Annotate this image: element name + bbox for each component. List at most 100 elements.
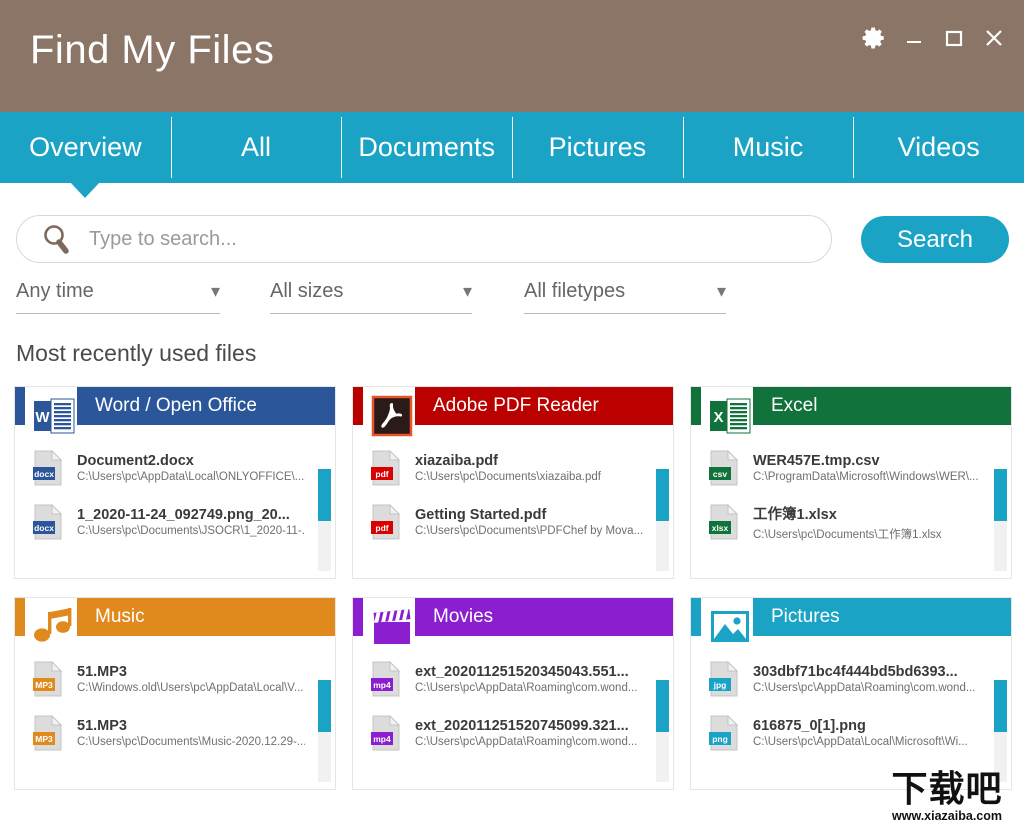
acrobat-icon bbox=[369, 393, 415, 439]
window-controls bbox=[856, 20, 1012, 56]
file-path: C:\Users\pc\Documents\JSOCR\1_2020-11-..… bbox=[77, 525, 305, 537]
clapperboard-icon bbox=[369, 604, 415, 650]
tab-documents[interactable]: Documents bbox=[341, 112, 512, 183]
file-list-item[interactable]: jpg 303dbf71bc4f444bd5bd6393... C:\Users… bbox=[691, 658, 1011, 700]
tab-label: Pictures bbox=[548, 132, 647, 162]
app-title: Find My Files bbox=[30, 28, 275, 72]
card-scrollbar[interactable] bbox=[318, 680, 331, 782]
card-scrollbar-thumb[interactable] bbox=[994, 469, 1007, 521]
filetype-filter-label: All filetypes bbox=[524, 280, 626, 302]
minimize-button[interactable] bbox=[896, 20, 932, 56]
word-icon: W bbox=[31, 393, 77, 439]
file-icon: csv bbox=[709, 449, 739, 486]
file-name: ext_202011251520745099.321... bbox=[415, 718, 629, 734]
card-scrollbar[interactable] bbox=[994, 680, 1007, 782]
file-icon: mp4 bbox=[371, 714, 401, 751]
file-name: 51.MP3 bbox=[77, 718, 127, 734]
file-path: C:\Users\pc\AppData\Roaming\com.wond... bbox=[753, 682, 976, 694]
file-list-item[interactable]: pdf xiazaiba.pdf C:\Users\pc\Documents\x… bbox=[353, 447, 673, 489]
card-scrollbar-thumb[interactable] bbox=[656, 469, 669, 521]
file-icon: MP3 bbox=[33, 714, 63, 751]
filetype-filter[interactable]: All filetypes ▾ bbox=[524, 278, 726, 314]
time-filter[interactable]: Any time ▾ bbox=[16, 278, 220, 314]
file-type-icon: csv bbox=[709, 449, 739, 486]
svg-text:pdf: pdf bbox=[375, 523, 388, 533]
card-scrollbar[interactable] bbox=[994, 469, 1007, 571]
file-list: csv WER457E.tmp.csv C:\ProgramData\Micro… bbox=[691, 447, 1011, 555]
file-category-card: Word / Open Office W docx Document2.docx… bbox=[14, 386, 336, 579]
file-meta: WER457E.tmp.csv C:\ProgramData\Microsoft… bbox=[753, 453, 979, 483]
file-list-item[interactable]: mp4 ext_202011251520345043.551... C:\Use… bbox=[353, 658, 673, 700]
svg-text:MP3: MP3 bbox=[35, 680, 53, 690]
card-scrollbar[interactable] bbox=[656, 680, 669, 782]
file-list: MP3 51.MP3 C:\Windows.old\Users\pc\AppDa… bbox=[15, 658, 335, 766]
chevron-down-icon: ▾ bbox=[462, 281, 472, 301]
card-scrollbar-thumb[interactable] bbox=[318, 680, 331, 732]
recent-files-grid: Word / Open Office W docx Document2.docx… bbox=[14, 386, 1024, 790]
tab-pictures[interactable]: Pictures bbox=[512, 112, 683, 183]
search-box[interactable] bbox=[16, 215, 832, 263]
file-list: mp4 ext_202011251520345043.551... C:\Use… bbox=[353, 658, 673, 766]
maximize-icon bbox=[945, 30, 963, 47]
card-title: Music bbox=[95, 606, 145, 627]
file-meta: 303dbf71bc4f444bd5bd6393... C:\Users\pc\… bbox=[753, 664, 975, 694]
photo-icon bbox=[707, 604, 753, 650]
file-list-item[interactable]: MP3 51.MP3 C:\Users\pc\Documents\Music-2… bbox=[15, 712, 335, 754]
time-filter-label: Any time bbox=[16, 280, 94, 302]
close-button[interactable] bbox=[976, 20, 1012, 56]
music-note-icon bbox=[31, 604, 77, 650]
file-path: C:\Users\pc\Documents\PDFChef by Mova... bbox=[415, 525, 643, 537]
card-scrollbar-thumb[interactable] bbox=[656, 680, 669, 732]
card-scrollbar-thumb[interactable] bbox=[318, 469, 331, 521]
file-list-item[interactable]: MP3 51.MP3 C:\Windows.old\Users\pc\AppDa… bbox=[15, 658, 335, 700]
tab-videos[interactable]: Videos bbox=[853, 112, 1024, 183]
svg-text:csv: csv bbox=[713, 469, 727, 479]
file-name: Getting Started.pdf bbox=[415, 507, 547, 523]
file-type-icon: mp4 bbox=[371, 714, 401, 751]
file-name: 1_2020-11-24_092749.png_20... bbox=[77, 507, 290, 523]
size-filter-label: All sizes bbox=[270, 280, 344, 302]
settings-gear-button[interactable] bbox=[856, 20, 892, 56]
card-scrollbar[interactable] bbox=[656, 469, 669, 571]
file-list-item[interactable]: xlsx 工作簿1.xlsx C:\Users\pc\Documents\工作簿… bbox=[691, 501, 1011, 543]
card-scrollbar[interactable] bbox=[318, 469, 331, 571]
file-list-item[interactable]: mp4 ext_202011251520745099.321... C:\Use… bbox=[353, 712, 673, 754]
tab-label: Overview bbox=[29, 132, 142, 162]
svg-text:mp4: mp4 bbox=[373, 734, 391, 744]
clapperboard-icon bbox=[373, 609, 411, 644]
file-icon: png bbox=[709, 714, 739, 751]
file-list-item[interactable]: docx 1_2020-11-24_092749.png_20... C:\Us… bbox=[15, 501, 335, 543]
svg-text:mp4: mp4 bbox=[373, 680, 391, 690]
file-list-item[interactable]: csv WER457E.tmp.csv C:\ProgramData\Micro… bbox=[691, 447, 1011, 489]
file-meta: 616875_0[1].png C:\Users\pc\AppData\Loca… bbox=[753, 718, 968, 748]
card-title: Adobe PDF Reader bbox=[433, 395, 599, 416]
file-category-card: Excel X csv WER457E.tmp.csv C:\ProgramDa… bbox=[690, 386, 1012, 579]
file-meta: 51.MP3 C:\Windows.old\Users\pc\AppData\L… bbox=[77, 664, 304, 694]
file-type-icon: jpg bbox=[709, 660, 739, 697]
file-type-icon: pdf bbox=[371, 503, 401, 540]
file-name: ext_202011251520345043.551... bbox=[415, 664, 629, 680]
tab-overview[interactable]: Overview bbox=[0, 112, 171, 198]
filter-row: Any time ▾ All sizes ▾ All filetypes ▾ bbox=[0, 278, 1024, 316]
file-path: C:\Users\pc\AppData\Local\Microsoft\Wi..… bbox=[753, 736, 968, 748]
search-button[interactable]: Search bbox=[861, 216, 1009, 263]
file-list-item[interactable]: png 616875_0[1].png C:\Users\pc\AppData\… bbox=[691, 712, 1011, 754]
tab-music[interactable]: Music bbox=[682, 112, 854, 183]
file-list-item[interactable]: pdf Getting Started.pdf C:\Users\pc\Docu… bbox=[353, 501, 673, 543]
file-list-item[interactable]: docx Document2.docx C:\Users\pc\AppData\… bbox=[15, 447, 335, 489]
file-path: C:\Users\pc\Documents\Music-2020.12.29-.… bbox=[77, 736, 305, 748]
tab-all[interactable]: All bbox=[170, 112, 342, 183]
maximize-button[interactable] bbox=[936, 20, 972, 56]
size-filter[interactable]: All sizes ▾ bbox=[270, 278, 472, 314]
tab-label: Music bbox=[732, 132, 804, 162]
tab-bar: Overview All Documents Pictures Music Vi… bbox=[0, 112, 1024, 198]
file-type-icon: MP3 bbox=[33, 714, 63, 751]
file-meta: ext_202011251520345043.551... C:\Users\p… bbox=[415, 664, 637, 694]
file-icon: jpg bbox=[709, 660, 739, 697]
svg-text:pdf: pdf bbox=[375, 469, 388, 479]
card-scrollbar-thumb[interactable] bbox=[994, 680, 1007, 732]
search-input[interactable] bbox=[89, 227, 811, 251]
file-type-icon: png bbox=[709, 714, 739, 751]
excel-icon: X bbox=[710, 398, 751, 434]
file-icon: mp4 bbox=[371, 660, 401, 697]
